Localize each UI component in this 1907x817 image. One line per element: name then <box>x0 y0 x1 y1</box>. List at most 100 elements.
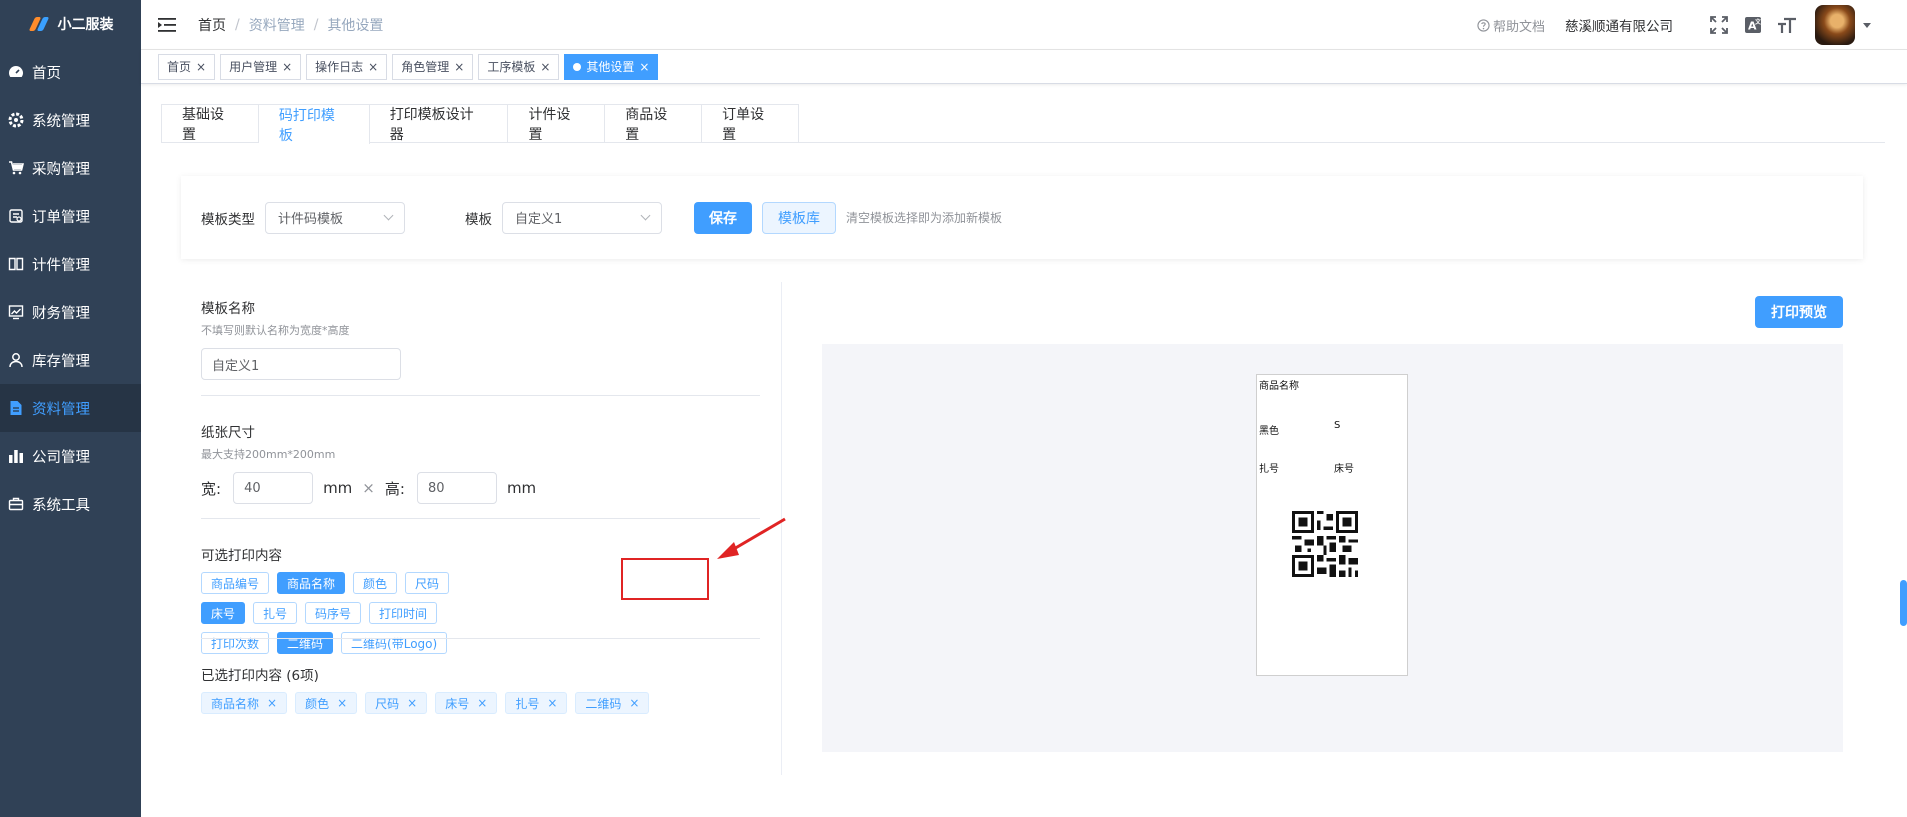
optional-chip-7[interactable]: 打印时间 <box>369 602 438 624</box>
annotation-arrow-icon <box>717 517 786 559</box>
breadcrumb-data-management[interactable]: 资料管理 <box>249 15 305 35</box>
label-bed-no: 床号 <box>1334 464 1354 475</box>
optional-chip-1[interactable]: 商品名称 <box>277 572 346 594</box>
optional-chip-2[interactable]: 颜色 <box>353 572 398 594</box>
sidebar-item-label: 系统管理 <box>32 113 90 130</box>
template-type-select[interactable]: 计件码模板 <box>265 201 405 234</box>
help-docs-link[interactable]: 帮助文档 <box>1477 16 1545 35</box>
close-icon[interactable]: × <box>267 696 277 710</box>
sidebar-item-label: 采购管理 <box>32 161 90 178</box>
tab-5[interactable]: 订单设置 <box>702 105 798 143</box>
close-icon[interactable]: × <box>368 60 378 74</box>
close-icon[interactable]: × <box>477 696 487 710</box>
breadcrumb-home[interactable]: 首页 <box>198 15 226 35</box>
close-icon[interactable]: × <box>282 60 292 74</box>
close-icon[interactable]: × <box>629 696 639 710</box>
selected-chip-2: 尺码 × <box>365 692 428 714</box>
optional-chip-9[interactable]: 二维码 <box>277 632 334 654</box>
qr-code-icon <box>1292 511 1358 577</box>
close-icon[interactable]: × <box>337 696 347 710</box>
width-input[interactable]: 40 <box>233 472 314 504</box>
template-name-input[interactable]: 自定义1 <box>201 348 401 380</box>
settings-tabs: 基础设置 码打印模板 打印模板设计器 计件设置 商品设置 订单设置 <box>161 104 1885 144</box>
template-select[interactable]: 自定义1 <box>502 201 662 234</box>
template-filter-card: 模板类型 计件码模板 模板 自定义1 保存 模板库 清空模板选择即为添加新模板 <box>181 176 1863 259</box>
optional-chip-6[interactable]: 码序号 <box>305 602 362 624</box>
optional-chip-10[interactable]: 二维码(带Logo) <box>341 632 448 654</box>
font-size-icon[interactable] <box>1777 15 1797 35</box>
sidebar-item-4[interactable]: 计件管理 <box>0 240 141 288</box>
close-icon[interactable]: × <box>454 60 464 74</box>
close-icon[interactable]: × <box>540 60 550 74</box>
logo-icon <box>28 16 50 32</box>
template-library-button[interactable]: 模板库 <box>762 201 836 234</box>
sidebar-item-7[interactable]: 资料管理 <box>0 384 141 432</box>
order-icon <box>8 208 24 224</box>
fullscreen-icon[interactable] <box>1709 15 1729 35</box>
tag-5[interactable]: 其他设置 × <box>564 53 659 80</box>
template-name-section: 模板名称 不填写则默认名称为宽度*高度 自定义1 <box>201 297 760 380</box>
tags-view: 首页 × 用户管理 × 操作日志 × 角色管理 × 工序模板 × 其他设置 × <box>141 50 1907 84</box>
menu-toggle-icon[interactable] <box>158 17 176 33</box>
tag-0[interactable]: 首页 × <box>158 53 216 80</box>
tag-label: 首页 <box>167 60 192 74</box>
app-name: 小二服装 <box>57 17 114 33</box>
tag-3[interactable]: 角色管理 × <box>392 53 474 80</box>
close-icon[interactable]: × <box>196 60 206 74</box>
template-type-value: 计件码模板 <box>278 212 344 227</box>
sidebar-item-5[interactable]: 财务管理 <box>0 288 141 336</box>
label-color: 黑色 <box>1259 426 1279 437</box>
close-icon[interactable]: × <box>407 696 417 710</box>
sidebar-item-label: 公司管理 <box>32 449 90 466</box>
question-circle-icon <box>1477 18 1490 32</box>
tab-2[interactable]: 打印模板设计器 <box>370 105 509 143</box>
optional-chip-3[interactable]: 尺码 <box>405 572 450 594</box>
tab-0[interactable]: 基础设置 <box>162 105 259 143</box>
optional-chip-8[interactable]: 打印次数 <box>201 632 270 654</box>
template-type-label: 模板类型 <box>201 211 255 228</box>
bar-chart-icon <box>8 448 24 464</box>
user-avatar[interactable] <box>1815 5 1855 45</box>
sidebar-item-3[interactable]: 订单管理 <box>0 192 141 240</box>
selected-chip-label: 床号 <box>445 696 470 711</box>
app-logo[interactable]: 小二服装 <box>0 0 141 48</box>
save-button[interactable]: 保存 <box>694 201 752 234</box>
label-size: S <box>1334 420 1341 431</box>
language-icon[interactable]: A文 <box>1743 15 1763 35</box>
template-name-hint: 不填写则默认名称为宽度*高度 <box>201 324 350 337</box>
tab-3[interactable]: 计件设置 <box>508 105 606 143</box>
sidebar-item-6[interactable]: 库存管理 <box>0 336 141 384</box>
tab-4[interactable]: 商品设置 <box>605 105 703 143</box>
svg-text:文: 文 <box>1754 18 1762 26</box>
paper-size-section: 纸张尺寸 最大支持200mm*200mm 宽: 40 mm × 高: 80 mm <box>201 421 760 504</box>
sidebar-item-9[interactable]: 系统工具 <box>0 480 141 528</box>
top-navbar: 首页 / 资料管理 / 其他设置 帮助文档 慈溪顺通有限公司 A文 <box>141 0 1907 50</box>
sidebar-item-0[interactable]: 首页 <box>0 48 141 96</box>
tag-1[interactable]: 用户管理 × <box>220 53 302 80</box>
print-preview-button[interactable]: 打印预览 <box>1755 296 1843 328</box>
tag-label: 工序模板 <box>487 60 536 74</box>
divider <box>201 395 760 396</box>
sidebar-item-label: 首页 <box>32 65 61 82</box>
scrollbar-thumb[interactable] <box>1900 580 1907 626</box>
optional-chip-4[interactable]: 床号 <box>201 602 246 624</box>
sidebar-item-2[interactable]: 采购管理 <box>0 144 141 192</box>
chevron-down-icon[interactable] <box>1863 22 1871 28</box>
gear-icon <box>8 112 24 128</box>
close-icon[interactable]: × <box>639 60 649 74</box>
tag-4[interactable]: 工序模板 × <box>478 53 560 80</box>
template-value: 自定义1 <box>515 212 563 227</box>
optional-chip-5[interactable]: 扎号 <box>253 602 298 624</box>
height-input[interactable]: 80 <box>416 472 497 504</box>
company-name: 慈溪顺通有限公司 <box>1565 19 1673 35</box>
tag-2[interactable]: 操作日志 × <box>306 53 388 80</box>
selected-chip-label: 二维码 <box>585 696 622 711</box>
template-name-title: 模板名称 <box>201 301 255 317</box>
sidebar-item-8[interactable]: 公司管理 <box>0 432 141 480</box>
sidebar-item-label: 系统工具 <box>32 497 90 514</box>
tab-1[interactable]: 码打印模板 <box>258 105 370 144</box>
optional-chip-0[interactable]: 商品编号 <box>201 572 270 594</box>
sidebar-item-1[interactable]: 系统管理 <box>0 96 141 144</box>
close-icon[interactable]: × <box>547 696 557 710</box>
sidebar-item-label: 资料管理 <box>32 401 90 418</box>
